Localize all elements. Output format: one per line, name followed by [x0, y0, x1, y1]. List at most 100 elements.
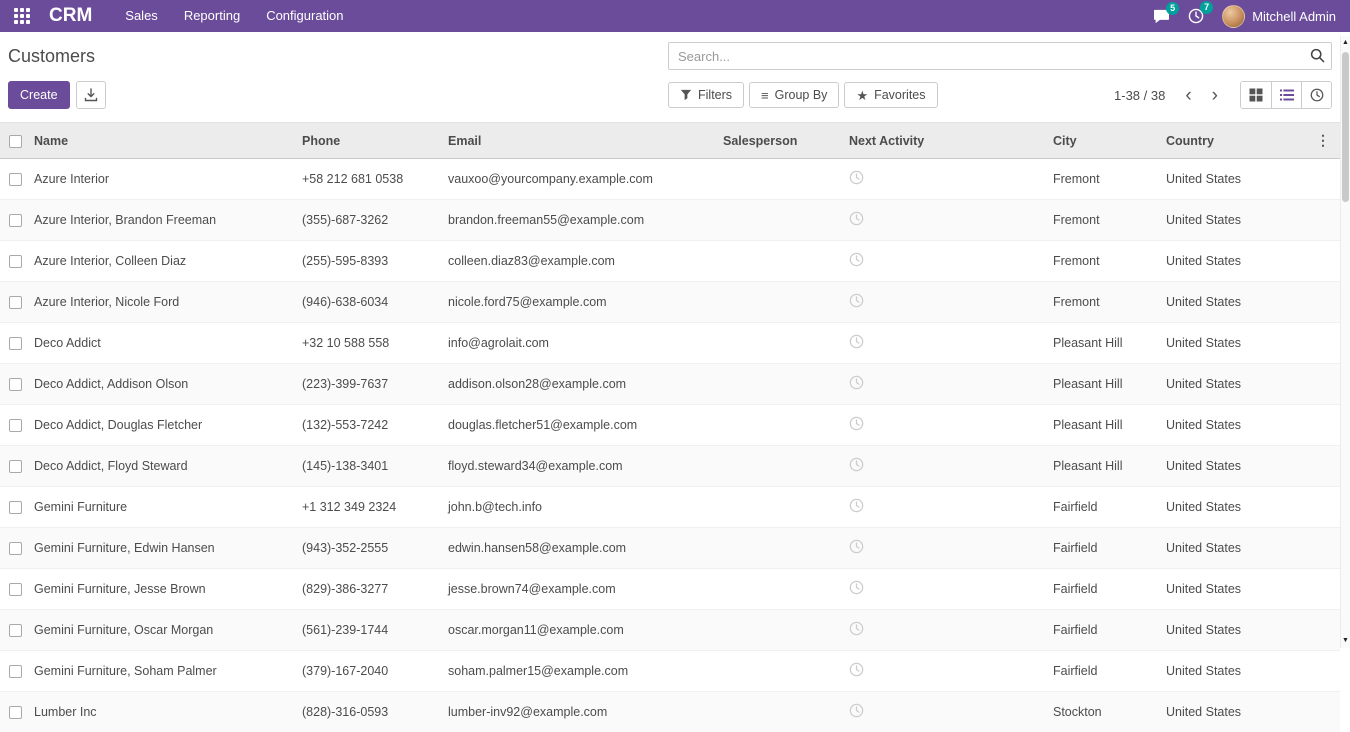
column-header-city[interactable]: City — [1049, 123, 1162, 159]
messages-icon[interactable]: 5 — [1153, 9, 1170, 24]
table-row[interactable]: Gemini Furniture, Edwin Hansen (943)-352… — [0, 528, 1340, 569]
column-header-phone[interactable]: Phone — [298, 123, 444, 159]
table-row[interactable]: Lumber Inc (828)-316-0593 lumber-inv92@e… — [0, 692, 1340, 732]
next-activity-clock-icon[interactable] — [849, 293, 864, 308]
cell-email: lumber-inv92@example.com — [444, 692, 719, 732]
scroll-down-icon[interactable]: ▼ — [1341, 636, 1350, 646]
row-checkbox[interactable] — [9, 624, 22, 637]
next-activity-clock-icon[interactable] — [849, 334, 864, 349]
main-menu: Sales Reporting Configuration — [112, 0, 356, 32]
menu-sales[interactable]: Sales — [112, 0, 171, 32]
next-activity-clock-icon[interactable] — [849, 457, 864, 472]
row-checkbox[interactable] — [9, 460, 22, 473]
column-header-salesperson[interactable]: Salesperson — [719, 123, 845, 159]
table-row[interactable]: Gemini Furniture, Jesse Brown (829)-386-… — [0, 569, 1340, 610]
row-checkbox[interactable] — [9, 665, 22, 678]
table-row[interactable]: Deco Addict, Addison Olson (223)-399-763… — [0, 364, 1340, 405]
cell-city: Pleasant Hill — [1049, 405, 1162, 446]
menu-reporting[interactable]: Reporting — [171, 0, 253, 32]
kanban-icon — [1249, 88, 1263, 102]
row-checkbox[interactable] — [9, 542, 22, 555]
column-header-email[interactable]: Email — [444, 123, 719, 159]
table-row[interactable]: Azure Interior, Colleen Diaz (255)-595-8… — [0, 241, 1340, 282]
cell-next-activity — [845, 241, 1049, 282]
column-header-country[interactable]: Country — [1162, 123, 1272, 159]
column-header-name[interactable]: Name — [30, 123, 298, 159]
list-view-button[interactable] — [1271, 82, 1301, 108]
table-row[interactable]: Deco Addict, Douglas Fletcher (132)-553-… — [0, 405, 1340, 446]
cell-name: Azure Interior, Colleen Diaz — [30, 241, 298, 282]
filters-button[interactable]: Filters — [668, 82, 744, 108]
cell-email: john.b@tech.info — [444, 487, 719, 528]
group-by-button[interactable]: ≡ Group By — [749, 82, 839, 108]
next-activity-clock-icon[interactable] — [849, 416, 864, 431]
row-checkbox[interactable] — [9, 419, 22, 432]
pager-value[interactable]: 1-38 / 38 — [1106, 88, 1173, 103]
breadcrumb: Customers — [8, 46, 95, 67]
cell-email: floyd.steward34@example.com — [444, 446, 719, 487]
row-checkbox[interactable] — [9, 296, 22, 309]
table-row[interactable]: Azure Interior +58 212 681 0538 vauxoo@y… — [0, 159, 1340, 200]
cell-city: Fairfield — [1049, 651, 1162, 692]
pager-next-button[interactable]: › — [1204, 86, 1226, 105]
cell-phone: (255)-595-8393 — [298, 241, 444, 282]
table-row[interactable]: Gemini Furniture, Oscar Morgan (561)-239… — [0, 610, 1340, 651]
cell-email: jesse.brown74@example.com — [444, 569, 719, 610]
scroll-up-icon[interactable]: ▲ — [1341, 38, 1350, 48]
table-row[interactable]: Azure Interior, Brandon Freeman (355)-68… — [0, 200, 1340, 241]
select-all-checkbox[interactable] — [9, 135, 22, 148]
row-checkbox[interactable] — [9, 337, 22, 350]
user-menu[interactable]: Mitchell Admin — [1222, 5, 1336, 28]
activities-icon[interactable]: 7 — [1188, 8, 1204, 24]
favorites-button[interactable]: ★ Favorites — [844, 82, 937, 108]
row-checkbox[interactable] — [9, 501, 22, 514]
pager-previous-button[interactable]: ‹ — [1177, 86, 1199, 105]
row-checkbox[interactable] — [9, 378, 22, 391]
table-row[interactable]: Deco Addict, Floyd Steward (145)-138-340… — [0, 446, 1340, 487]
next-activity-clock-icon[interactable] — [849, 170, 864, 185]
next-activity-clock-icon[interactable] — [849, 375, 864, 390]
column-header-next-activity[interactable]: Next Activity — [845, 123, 1049, 159]
app-name[interactable]: CRM — [49, 5, 92, 27]
cell-salesperson — [719, 610, 845, 651]
cell-city: Pleasant Hill — [1049, 446, 1162, 487]
activity-view-button[interactable] — [1301, 82, 1331, 108]
optional-columns-icon[interactable]: ⋮ — [1314, 133, 1332, 147]
create-button[interactable]: Create — [8, 81, 70, 109]
export-button[interactable] — [76, 81, 106, 109]
kanban-view-button[interactable] — [1241, 82, 1271, 108]
cell-phone: +58 212 681 0538 — [298, 159, 444, 200]
customers-table: Name Phone Email Salesperson Next Activi… — [0, 122, 1340, 732]
next-activity-clock-icon[interactable] — [849, 539, 864, 554]
row-checkbox[interactable] — [9, 255, 22, 268]
table-row[interactable]: Gemini Furniture +1 312 349 2324 john.b@… — [0, 487, 1340, 528]
favorites-label: Favorites — [874, 88, 925, 102]
cell-filler — [1272, 610, 1340, 651]
cell-salesperson — [719, 528, 845, 569]
cell-phone: (223)-399-7637 — [298, 364, 444, 405]
row-checkbox[interactable] — [9, 214, 22, 227]
table-row[interactable]: Deco Addict +32 10 588 558 info@agrolait… — [0, 323, 1340, 364]
next-activity-clock-icon[interactable] — [849, 703, 864, 718]
table-row[interactable]: Gemini Furniture, Soham Palmer (379)-167… — [0, 651, 1340, 692]
cell-filler — [1272, 651, 1340, 692]
next-activity-clock-icon[interactable] — [849, 252, 864, 267]
table-row[interactable]: Azure Interior, Nicole Ford (946)-638-60… — [0, 282, 1340, 323]
next-activity-clock-icon[interactable] — [849, 662, 864, 677]
next-activity-clock-icon[interactable] — [849, 498, 864, 513]
cell-country: United States — [1162, 610, 1272, 651]
next-activity-clock-icon[interactable] — [849, 211, 864, 226]
next-activity-clock-icon[interactable] — [849, 621, 864, 636]
scrollbar-thumb[interactable] — [1342, 52, 1349, 202]
search-input[interactable] — [668, 42, 1332, 70]
vertical-scrollbar[interactable]: ▲ ▼ — [1340, 36, 1350, 648]
row-checkbox[interactable] — [9, 706, 22, 719]
row-checkbox[interactable] — [9, 173, 22, 186]
menu-configuration[interactable]: Configuration — [253, 0, 356, 32]
cell-phone: (829)-386-3277 — [298, 569, 444, 610]
cell-email: oscar.morgan11@example.com — [444, 610, 719, 651]
next-activity-clock-icon[interactable] — [849, 580, 864, 595]
row-checkbox[interactable] — [9, 583, 22, 596]
apps-menu-icon[interactable] — [14, 8, 31, 25]
search-icon[interactable] — [1310, 48, 1325, 63]
